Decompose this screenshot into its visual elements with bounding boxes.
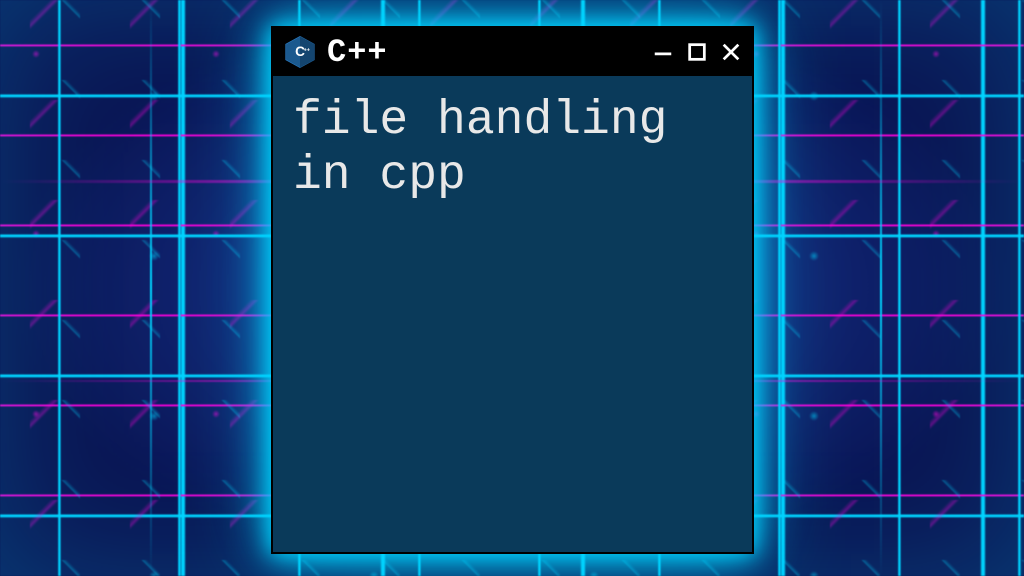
window-title: C++ [327, 34, 650, 71]
svg-text:++: ++ [304, 47, 310, 53]
maximize-button[interactable] [684, 39, 710, 65]
titlebar[interactable]: C ++ C++ [273, 28, 752, 76]
window-content: file handling in cpp [273, 76, 752, 222]
window-controls [650, 39, 744, 65]
minimize-button[interactable] [650, 39, 676, 65]
close-button[interactable] [718, 39, 744, 65]
cpp-hexagon-icon: C ++ [283, 35, 317, 69]
app-window: C ++ C++ file handling in cpp [271, 26, 754, 554]
